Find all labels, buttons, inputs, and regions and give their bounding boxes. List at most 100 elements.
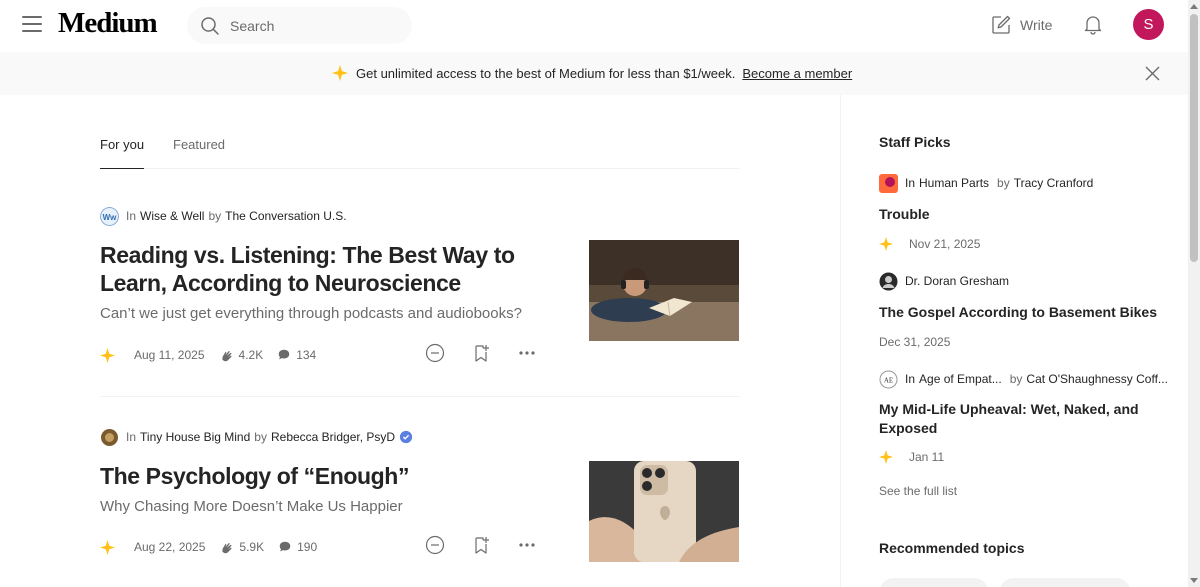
user-avatar[interactable]: S <box>1133 9 1164 40</box>
article-title[interactable]: The Psychology of “Enough” <box>100 462 540 490</box>
pick-date: Dec 31, 2025 <box>879 335 951 349</box>
sparkle-icon <box>332 65 348 81</box>
author-name[interactable]: Dr. Doran Gresham <box>905 274 1009 288</box>
topic-pill[interactable] <box>879 578 989 587</box>
article-card[interactable]: In Tiny House Big Mind by Rebecca Bridge… <box>100 427 740 562</box>
write-button[interactable]: Write <box>990 14 1052 36</box>
comments-value: 134 <box>296 348 317 362</box>
author-name[interactable]: Cat O'Shaughnessy Coff... <box>1026 372 1167 386</box>
article-actions <box>425 343 563 363</box>
article-stats: Aug 11, 2025 4.2K 134 <box>100 345 330 365</box>
publication-logo-icon: AE <box>879 370 898 388</box>
by-label: by <box>254 430 267 444</box>
svg-text:Ww: Ww <box>103 213 118 222</box>
sparkle-icon <box>879 450 893 464</box>
article-date: Aug 22, 2025 <box>134 540 206 554</box>
in-label: In <box>905 372 916 386</box>
comments-value: 190 <box>297 540 318 554</box>
verified-badge-icon <box>399 430 413 444</box>
top-bar: Medium Write S <box>0 0 1188 52</box>
publication-logo-icon <box>101 428 118 446</box>
claps-count[interactable]: 5.9K <box>219 540 264 555</box>
more-options-icon[interactable] <box>517 343 537 363</box>
article-date: Aug 11, 2025 <box>134 348 205 362</box>
svg-text:AE: AE <box>884 376 893 384</box>
in-label: In <box>126 209 137 223</box>
clap-icon <box>221 350 232 361</box>
in-label: In <box>905 176 916 190</box>
write-icon <box>992 15 1011 34</box>
show-less-icon[interactable] <box>425 343 445 363</box>
pick-title[interactable]: Trouble <box>879 205 1169 224</box>
write-label: Write <box>1020 17 1053 33</box>
article-title[interactable]: Reading vs. Listening: The Best Way to L… <box>100 241 540 297</box>
bookmark-add-icon[interactable] <box>471 343 491 363</box>
pick-meta: AE In Age of Empat... by Cat O'Shaughnes… <box>879 369 1169 389</box>
scrollbar-thumb[interactable] <box>1190 14 1198 262</box>
member-star <box>100 539 120 555</box>
author-name[interactable]: Rebecca Bridger, PsyD <box>271 430 395 444</box>
tab-for-you[interactable]: For you <box>100 137 145 169</box>
sparkle-icon <box>100 347 115 363</box>
more-options-icon[interactable] <box>517 535 537 555</box>
close-icon[interactable] <box>1145 66 1160 86</box>
show-less-icon[interactable] <box>425 535 445 555</box>
by-label: by <box>997 176 1010 190</box>
publication-name[interactable]: Human Parts <box>919 176 989 190</box>
article-meta: Ww In Wise & Well by The Conversation U.… <box>100 206 740 226</box>
by-label: by <box>208 209 222 223</box>
recommended-topics-heading: Recommended topics <box>879 540 1025 556</box>
staff-pick-item[interactable]: Dr. Doran Gresham The Gospel According t… <box>879 271 1169 351</box>
article-thumbnail[interactable] <box>589 461 739 562</box>
feed-tabs: For you Featured <box>100 130 740 169</box>
article-subtitle: Can’t we just get everything through pod… <box>100 305 522 322</box>
article-card[interactable]: Ww In Wise & Well by The Conversation U.… <box>100 206 740 363</box>
publication-logo-icon: Ww <box>100 206 119 226</box>
publication-name[interactable]: Age of Empat... <box>919 372 1002 386</box>
claps-value: 5.9K <box>239 540 265 554</box>
tab-featured[interactable]: Featured <box>173 137 225 168</box>
scroll-down-arrow-icon[interactable] <box>1190 578 1198 583</box>
banner-text: Get unlimited access to the best of Medi… <box>356 65 736 81</box>
comments-count[interactable]: 134 <box>277 348 316 362</box>
comments-count[interactable]: 190 <box>278 540 317 554</box>
scroll-up-arrow-icon[interactable] <box>1190 4 1198 9</box>
menu-icon[interactable] <box>22 16 42 34</box>
publication-logo-icon <box>879 173 898 193</box>
bookmark-add-icon[interactable] <box>471 535 491 555</box>
publication-name[interactable]: Wise & Well <box>140 209 204 223</box>
pick-title[interactable]: My Mid-Life Upheaval: Wet, Naked, and Ex… <box>879 400 1169 438</box>
comment-icon <box>279 541 291 552</box>
search-input[interactable] <box>230 17 400 34</box>
notifications-bell-icon[interactable] <box>1082 13 1104 40</box>
topic-pill[interactable] <box>999 578 1131 587</box>
staff-pick-item[interactable]: AE In Age of Empat... by Cat O'Shaughnes… <box>879 369 1169 466</box>
comment-icon <box>278 349 290 360</box>
pick-title[interactable]: The Gospel According to Basement Bikes <box>879 303 1169 322</box>
article-meta: In Tiny House Big Mind by Rebecca Bridge… <box>100 427 740 447</box>
article-thumbnail[interactable] <box>589 240 739 341</box>
clap-icon <box>222 542 233 553</box>
pick-date: Jan 11 <box>909 450 945 464</box>
in-label: In <box>126 430 137 444</box>
author-name[interactable]: The Conversation U.S. <box>225 209 346 223</box>
pick-meta: In Human Parts by Tracy Cranford <box>879 173 1169 193</box>
see-full-list-link[interactable]: See the full list <box>879 484 957 498</box>
article-subtitle: Why Chasing More Doesn’t Make Us Happier <box>100 498 403 515</box>
vertical-scrollbar[interactable] <box>1188 0 1200 587</box>
article-stats: Aug 22, 2025 5.9K 190 <box>100 537 331 557</box>
staff-picks-heading: Staff Picks <box>879 134 951 150</box>
claps-value: 4.2K <box>238 348 264 362</box>
claps-count[interactable]: 4.2K <box>219 348 264 363</box>
search-box[interactable] <box>187 7 412 44</box>
publication-name[interactable]: Tiny House Big Mind <box>140 430 250 444</box>
staff-pick-item[interactable]: In Human Parts by Tracy Cranford Trouble… <box>879 173 1169 253</box>
member-star <box>100 347 120 363</box>
sparkle-icon <box>100 539 115 555</box>
medium-logo[interactable]: Medium <box>58 7 158 40</box>
become-member-link[interactable]: Become a member <box>742 66 852 81</box>
author-name[interactable]: Tracy Cranford <box>1014 176 1094 190</box>
pick-date-row: Jan 11 <box>879 448 1169 466</box>
by-label: by <box>1009 372 1023 386</box>
pick-date: Nov 21, 2025 <box>909 237 981 251</box>
